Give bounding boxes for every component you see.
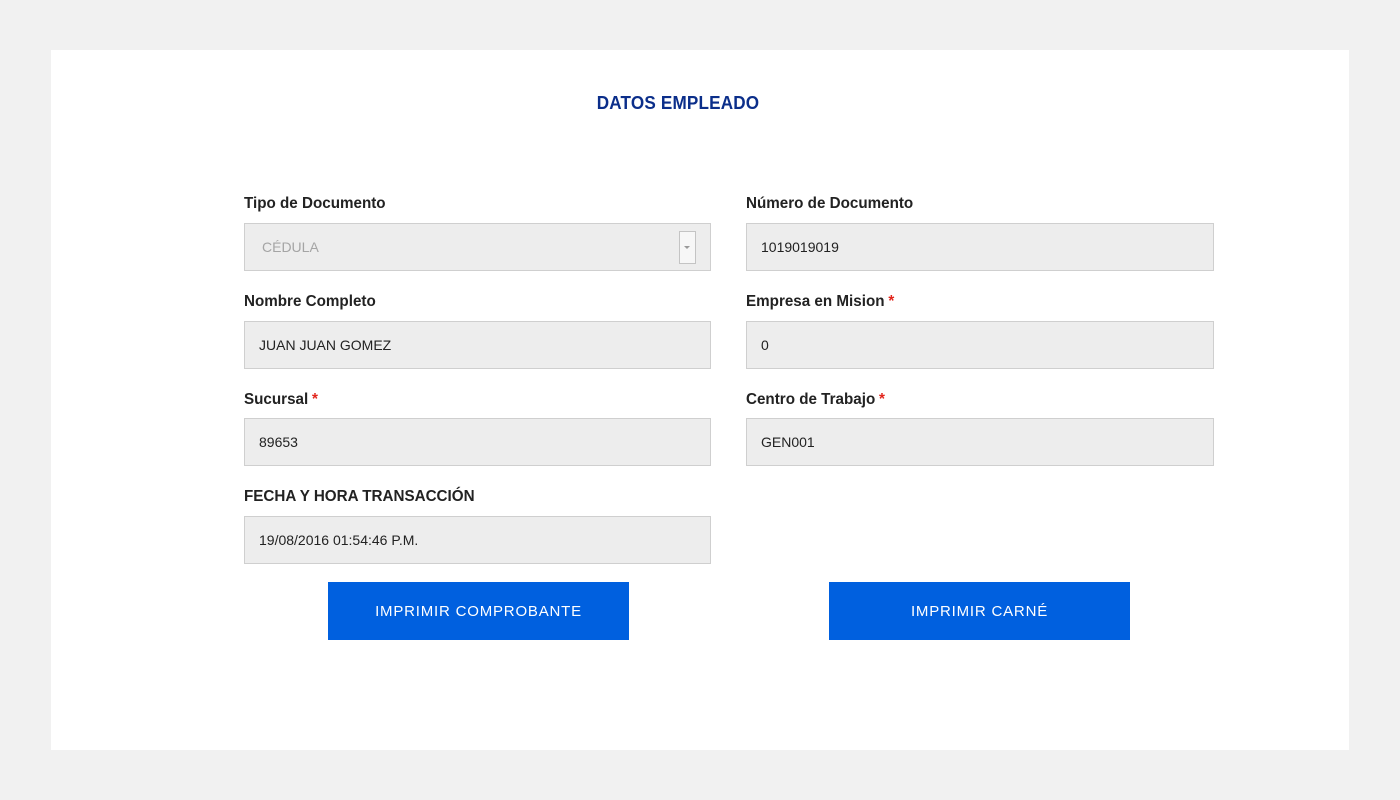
empresa-mision-label: Empresa en Mision * bbox=[746, 293, 894, 311]
imprimir-comprobante-button[interactable]: IMPRIMIR COMPROBANTE bbox=[328, 582, 629, 640]
required-asterisk: * bbox=[879, 391, 885, 408]
nombre-completo-label-text: Nombre Completo bbox=[244, 293, 376, 310]
tipo-documento-label: Tipo de Documento bbox=[244, 195, 386, 213]
empresa-mision-field-box bbox=[746, 321, 1214, 369]
centro-trabajo-label: Centro de Trabajo * bbox=[746, 391, 885, 409]
select-arrow-button[interactable] bbox=[679, 231, 696, 264]
sucursal-input[interactable] bbox=[245, 419, 710, 465]
imprimir-carne-button[interactable]: IMPRIMIR CARNÉ bbox=[829, 582, 1130, 640]
sucursal-field-box bbox=[244, 418, 711, 466]
sucursal-label-text: Sucursal bbox=[244, 391, 309, 408]
empresa-mision-label-text: Empresa en Mision bbox=[746, 293, 885, 310]
required-asterisk: * bbox=[888, 293, 895, 310]
centro-trabajo-input[interactable] bbox=[747, 419, 1213, 465]
fecha-hora-label: FECHA Y HORA TRANSACCIÓN bbox=[244, 488, 475, 506]
fecha-hora-label-text: FECHA Y HORA TRANSACCIÓN bbox=[244, 488, 475, 505]
tipo-documento-select[interactable]: CÉDULA bbox=[244, 223, 711, 271]
centro-trabajo-field-box bbox=[746, 418, 1214, 466]
tipo-documento-value: CÉDULA bbox=[262, 239, 319, 255]
nombre-completo-field-box bbox=[244, 321, 711, 369]
nombre-completo-label: Nombre Completo bbox=[244, 293, 376, 311]
numero-documento-field-box bbox=[746, 223, 1214, 271]
fecha-hora-field-box bbox=[244, 516, 711, 564]
nombre-completo-input[interactable] bbox=[245, 322, 710, 368]
empresa-mision-input[interactable] bbox=[747, 322, 1213, 368]
form-title: DATOS EMPLEADO bbox=[596, 93, 760, 113]
numero-documento-label: Número de Documento bbox=[746, 195, 913, 213]
fecha-hora-input[interactable] bbox=[245, 517, 710, 563]
tipo-documento-label-text: Tipo de Documento bbox=[244, 195, 386, 212]
centro-trabajo-label-text: Centro de Trabajo bbox=[746, 391, 876, 408]
required-asterisk: * bbox=[312, 391, 318, 408]
sucursal-label: Sucursal * bbox=[244, 391, 318, 409]
chevron-down-icon bbox=[684, 246, 690, 249]
numero-documento-label-text: Número de Documento bbox=[746, 195, 914, 212]
numero-documento-input[interactable] bbox=[747, 224, 1213, 270]
